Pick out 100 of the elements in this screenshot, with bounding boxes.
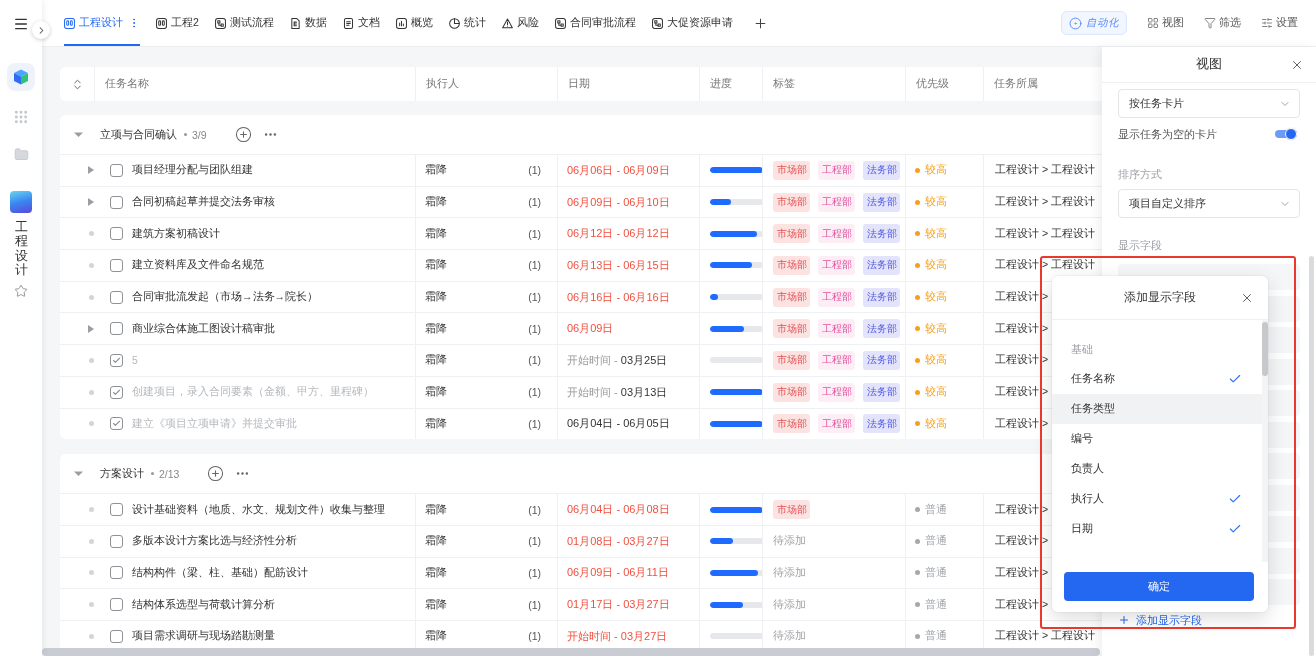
checkbox[interactable]	[110, 258, 123, 272]
checkbox[interactable]	[110, 353, 123, 367]
field-option[interactable]: 负责人	[1052, 454, 1262, 484]
task-path: 工程设计 >	[995, 502, 1049, 517]
checkbox[interactable]	[110, 629, 123, 643]
assignee-name: 霜降	[425, 385, 447, 400]
department-tag: 工程部	[818, 255, 855, 275]
bar-chart-icon	[395, 17, 407, 29]
task-path: 工程设计 >	[995, 290, 1049, 305]
confirm-button[interactable]: 确定	[1064, 572, 1254, 601]
checkbox[interactable]	[110, 322, 123, 336]
priority-label: 普通	[925, 629, 947, 644]
caret-down-icon[interactable]	[74, 130, 83, 139]
view-tab[interactable]: 工程2	[156, 0, 199, 46]
dots-grid-icon[interactable]	[13, 109, 29, 125]
view-tab[interactable]: 合同审批流程	[554, 0, 636, 46]
column-header: 执行人	[415, 67, 557, 101]
priority-label: 普通	[925, 597, 947, 612]
column-header: 标签	[762, 67, 905, 101]
check-icon	[112, 355, 121, 365]
check-icon	[112, 419, 121, 429]
checkbox[interactable]	[110, 534, 123, 548]
app-icon[interactable]	[10, 191, 32, 213]
caret-down-icon[interactable]	[74, 469, 83, 479]
department-tag: 法务部	[863, 350, 900, 370]
vertical-scrollbar[interactable]	[1309, 256, 1314, 656]
field-option[interactable]: 执行人	[1052, 484, 1262, 514]
checkbox[interactable]	[110, 503, 123, 517]
department-tag: 市场部	[773, 192, 810, 212]
assignee-count: (1)	[528, 503, 541, 516]
view-tab[interactable]: 测试流程	[214, 0, 274, 46]
bullet-icon	[184, 133, 187, 136]
checkbox[interactable]	[110, 385, 123, 399]
filter-icon	[1204, 17, 1216, 29]
department-tag: 法务部	[863, 319, 900, 339]
priority-label: 较高	[925, 258, 947, 273]
checkbox[interactable]	[110, 227, 123, 241]
settings-button[interactable]: 设置	[1261, 16, 1298, 30]
sort-dropdown[interactable]: 项目自定义排序	[1118, 189, 1300, 218]
assignee-name: 霜降	[425, 321, 447, 336]
grid-icon	[1147, 17, 1159, 29]
target-icon	[1069, 16, 1082, 30]
task-date: 开始时间 - 03月27日	[567, 628, 668, 644]
expand-arrow-icon[interactable]	[88, 166, 94, 175]
star-icon[interactable]	[14, 283, 28, 298]
view-tab[interactable]: 统计	[448, 0, 486, 46]
task-name: 项目需求调研与现场踏勘测量	[132, 629, 275, 644]
view-tab[interactable]: 概览	[395, 0, 433, 46]
task-path: 工程设计 >	[995, 416, 1049, 431]
app-label: 工程设计	[14, 220, 28, 278]
task-date: 01月08日 - 03月27日	[567, 533, 670, 549]
view-tab[interactable]: 文档	[342, 0, 380, 46]
checkbox[interactable]	[110, 195, 123, 209]
view-tab[interactable]: 数据	[289, 0, 327, 46]
task-name: 项目经理分配与团队组建	[132, 163, 253, 178]
field-option[interactable]: 任务名称	[1052, 364, 1262, 394]
add-field-link[interactable]: 添加显示字段	[1118, 613, 1202, 627]
field-option[interactable]: 编号	[1052, 424, 1262, 454]
assignee-count: (1)	[528, 417, 541, 430]
department-tag: 工程部	[818, 319, 855, 339]
add-icon[interactable]	[207, 465, 225, 483]
field-option[interactable]: 日期	[1052, 514, 1262, 544]
checkbox[interactable]	[110, 290, 123, 304]
add-icon[interactable]	[234, 126, 252, 143]
filter-button[interactable]: 筛选	[1204, 16, 1241, 30]
department-tag: 法务部	[863, 224, 900, 244]
folder-icon[interactable]	[13, 147, 29, 162]
view-tab[interactable]: 大促资源申请	[651, 0, 733, 46]
task-path: 工程设计 > 工程设计	[995, 629, 1095, 644]
checkbox[interactable]	[110, 163, 123, 177]
view-button[interactable]: 视图	[1147, 16, 1184, 30]
assignee-name: 霜降	[425, 290, 447, 305]
expand-arrow-icon[interactable]	[88, 324, 94, 333]
assignee-count: (1)	[528, 291, 541, 304]
group-title: 方案设计	[100, 466, 144, 482]
cube-logo-icon[interactable]	[7, 63, 35, 91]
expand-arrow-icon[interactable]	[88, 198, 94, 207]
pie-chart-icon	[448, 17, 460, 29]
assignee-count: (1)	[528, 566, 541, 579]
document-icon	[342, 17, 354, 29]
checkbox[interactable]	[110, 417, 123, 431]
task-date: 06月06日 - 06月09日	[567, 162, 670, 178]
department-tag: 市场部	[773, 414, 810, 434]
checkbox[interactable]	[110, 566, 123, 580]
assignee-name: 霜降	[425, 565, 447, 580]
section-label: 显示字段	[1118, 237, 1163, 253]
toggle-switch[interactable]	[1275, 128, 1297, 140]
checkbox[interactable]	[110, 598, 123, 612]
column-header: 优先级	[905, 67, 983, 101]
dialog-title: 添加显示字段	[1124, 289, 1196, 306]
plus-icon[interactable]	[752, 15, 768, 31]
section-label: 基础	[1070, 342, 1094, 357]
horizontal-scrollbar[interactable]	[42, 648, 1100, 656]
task-date: 开始时间 - 03月13日	[567, 384, 668, 400]
group-by-dropdown[interactable]: 按任务卡片	[1118, 89, 1300, 118]
field-option[interactable]: 任务类型	[1052, 394, 1262, 424]
view-tab[interactable]: 风险	[501, 0, 539, 46]
department-tag: 法务部	[863, 414, 900, 434]
assignee-count: (1)	[528, 535, 541, 548]
menu-icon[interactable]	[13, 16, 29, 32]
